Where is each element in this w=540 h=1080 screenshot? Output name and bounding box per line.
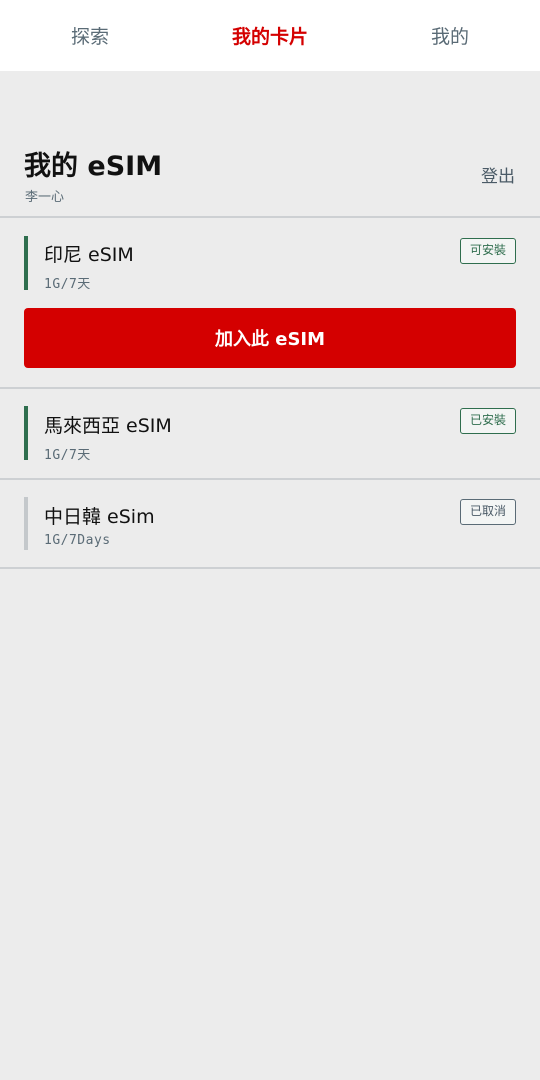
page-title: 我的 eSIM <box>24 151 163 182</box>
esim-card-cjk[interactable]: 中日韓 eSim 1G/7Days 已取消 <box>0 480 540 568</box>
card-plan: 1G/7Days <box>44 533 111 548</box>
card-plan: 1G/7天 <box>44 277 91 292</box>
status-badge: 可安裝 <box>459 238 516 264</box>
tab-explore[interactable]: 探索 <box>0 0 180 71</box>
esim-card-malaysia[interactable]: 馬來西亞 eSIM 1G/7天 已安裝 <box>0 389 540 479</box>
tab-mine[interactable]: 我的 <box>360 0 540 71</box>
card-name: 中日韓 eSim <box>44 506 155 528</box>
card-name: 馬來西亞 eSIM <box>44 415 172 437</box>
card-name: 印尼 eSIM <box>44 244 134 266</box>
user-name: 李一心 <box>25 190 65 205</box>
card-plan: 1G/7天 <box>44 448 91 463</box>
tab-my-cards[interactable]: 我的卡片 <box>180 0 360 71</box>
add-esim-button[interactable]: 加入此 eSIM <box>24 308 516 368</box>
status-bar <box>24 236 28 290</box>
page-header: 我的 eSIM 李一心 登出 <box>0 140 540 217</box>
status-bar <box>24 497 28 550</box>
status-badge: 已取消 <box>459 499 516 525</box>
status-bar <box>24 406 28 460</box>
divider <box>0 567 540 569</box>
top-tab-bar: 探索 我的卡片 我的 <box>0 0 540 71</box>
logout-button[interactable]: 登出 <box>481 162 515 187</box>
status-badge: 已安裝 <box>459 408 516 434</box>
